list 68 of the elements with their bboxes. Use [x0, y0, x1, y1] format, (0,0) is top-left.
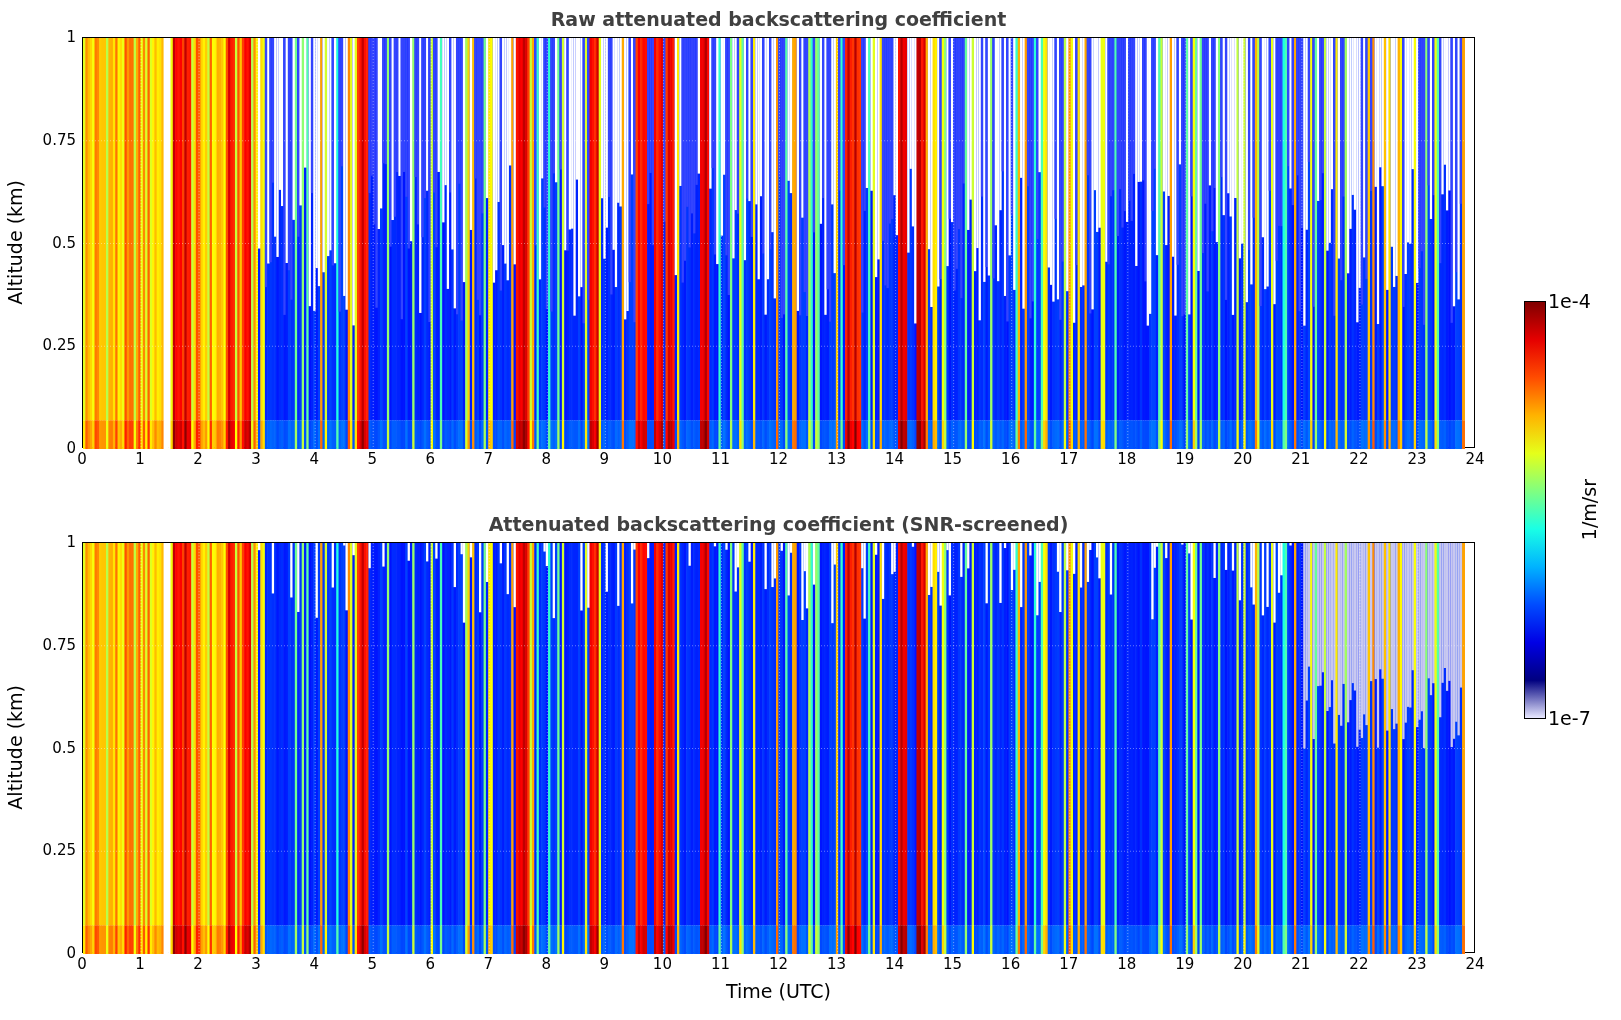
tick-label: 17 — [1059, 957, 1079, 972]
tick-label: 0 — [77, 452, 87, 467]
tick-label: 21 — [1291, 957, 1311, 972]
tick-label: 15 — [943, 957, 963, 972]
tick-label: 20 — [1233, 452, 1253, 467]
tick-label: 5 — [367, 452, 377, 467]
tick-label: 11 — [710, 452, 730, 467]
tick-label: 0.5 — [52, 235, 76, 250]
tick-label: 0.5 — [52, 740, 76, 755]
axis-label: Altitude (km) — [2, 685, 27, 810]
tick-label: 2 — [193, 452, 203, 467]
tick-label: 3 — [251, 957, 261, 972]
tick-label: 19 — [1175, 957, 1195, 972]
tick-label: 16 — [1001, 957, 1021, 972]
tick-label: 0.75 — [42, 637, 76, 653]
tick-label: 21 — [1291, 452, 1311, 467]
tick-label: 7 — [483, 452, 494, 467]
tick-label: 16 — [1001, 452, 1021, 467]
tick-label: 19 — [1175, 452, 1195, 467]
tick-label: 23 — [1407, 452, 1427, 467]
tick-label: 3 — [251, 452, 261, 467]
tick-label: 17 — [1059, 452, 1079, 467]
tick-label: 1 — [66, 29, 76, 45]
tick-label: 0.75 — [42, 132, 76, 148]
tick-label: 10 — [652, 957, 672, 972]
tick-label: 0.25 — [42, 842, 76, 858]
tick-label: 9 — [599, 452, 610, 467]
tick-label: 24 — [1465, 957, 1485, 972]
tick-label: 4 — [309, 452, 319, 467]
tick-label: 11 — [710, 957, 730, 972]
tick-label: 10 — [652, 452, 672, 467]
colorbar-max-label: 1e-4 — [1548, 292, 1591, 311]
tick-label: 8 — [541, 452, 552, 467]
tick-label: 8 — [541, 957, 552, 972]
tick-label: 22 — [1349, 957, 1369, 972]
tick-label: 12 — [768, 957, 789, 972]
plot-title: Attenuated backscattering coefficient (SNR-screened) — [488, 511, 1069, 537]
tick-label: 0 — [66, 945, 76, 961]
axis-label: Time (UTC) — [726, 979, 831, 1004]
tick-label: 13 — [827, 957, 847, 972]
tick-label: 14 — [885, 957, 905, 972]
tick-label: 6 — [425, 452, 435, 467]
tick-label: 24 — [1465, 452, 1485, 467]
tick-label: 0.25 — [42, 337, 76, 353]
tick-label: 18 — [1117, 452, 1137, 467]
tick-label: 13 — [827, 452, 847, 467]
plot-title: Raw attenuated backscattering coefficient — [550, 6, 1007, 32]
tick-label: 18 — [1117, 957, 1137, 972]
tick-label: 23 — [1407, 957, 1427, 972]
tick-label: 22 — [1349, 452, 1369, 467]
tick-label: 12 — [768, 452, 789, 467]
tick-label: 1 — [135, 452, 145, 467]
colorbar-label: 1/m/sr — [1576, 479, 1601, 541]
tick-label: 2 — [193, 957, 203, 972]
tick-label: 1 — [66, 534, 76, 550]
tick-label: 5 — [367, 957, 377, 972]
tick-label: 4 — [309, 957, 319, 972]
colorbar-min-label: 1e-7 — [1548, 709, 1591, 728]
tick-label: 20 — [1233, 957, 1253, 972]
tick-label: 0 — [77, 957, 87, 972]
tick-label: 15 — [943, 452, 963, 467]
tick-label: 9 — [599, 957, 610, 972]
tick-label: 14 — [885, 452, 905, 467]
tick-label: 7 — [483, 957, 494, 972]
tick-label: 1 — [135, 957, 145, 972]
axis-label: Altitude (km) — [2, 180, 27, 305]
tick-label: 6 — [425, 957, 435, 972]
tick-label: 0 — [66, 440, 76, 456]
